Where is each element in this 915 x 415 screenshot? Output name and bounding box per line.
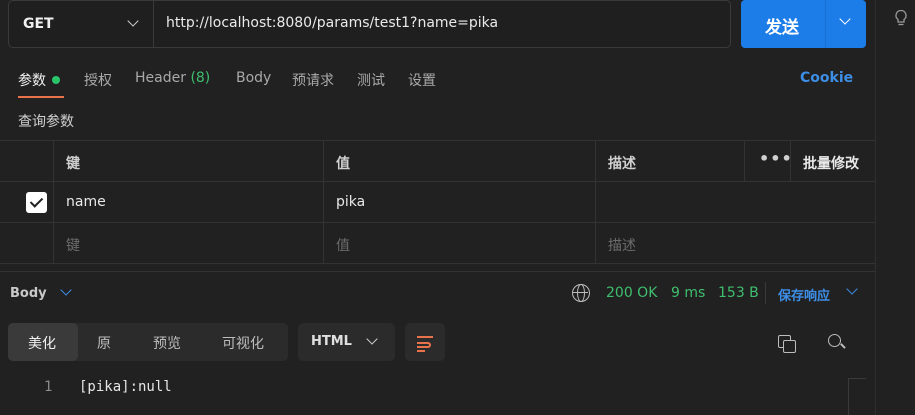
tab-body[interactable]: Body: [236, 70, 271, 86]
chevron-down-icon: [366, 333, 378, 345]
tab-label: Body: [236, 70, 272, 86]
view-tab-label: 美化: [28, 336, 56, 352]
query-params-table: 键 值 描述 ••• 批量修改 name pika 键 值 描述: [0, 140, 875, 264]
table-row-new: 键 值 描述: [0, 223, 875, 264]
view-tab-preview[interactable]: 预览: [133, 323, 203, 361]
lightbulb-icon[interactable]: [893, 9, 909, 31]
right-sidebar-divider: [875, 0, 876, 415]
send-button[interactable]: 发送: [741, 0, 866, 48]
request-url-bar: GET: [8, 0, 731, 48]
response-time: 9 ms: [671, 285, 706, 301]
new-key-input[interactable]: 键: [53, 223, 323, 263]
header-value-label: 值: [336, 156, 350, 172]
view-tab-visualize[interactable]: 可视化: [203, 323, 288, 361]
tab-label: 授权: [84, 73, 112, 89]
format-label: HTML: [311, 334, 352, 349]
send-label: 发送: [765, 18, 799, 38]
active-tab-underline: [18, 96, 64, 98]
tab-label: Header: [135, 70, 186, 86]
tab-settings[interactable]: 设置: [408, 70, 436, 90]
header-key: 键: [53, 141, 323, 181]
bulk-edit-label: 批量修改: [803, 156, 859, 172]
header-description-label: 描述: [608, 156, 636, 172]
param-key-cell[interactable]: name: [53, 182, 323, 222]
new-value-input[interactable]: 值: [323, 223, 595, 263]
params-active-dot-icon: [52, 76, 60, 84]
view-tab-label: 可视化: [222, 336, 264, 352]
chevron-down-icon[interactable]: [846, 283, 858, 295]
format-select[interactable]: HTML: [298, 323, 395, 361]
cookie-link[interactable]: Cookie: [800, 70, 853, 86]
view-tab-pretty[interactable]: 美化: [8, 323, 78, 361]
more-icon: •••: [759, 149, 793, 168]
param-value: pika: [336, 194, 366, 210]
param-description-cell[interactable]: [595, 182, 875, 222]
tab-tests[interactable]: 测试: [357, 70, 385, 90]
status-code: 200 OK: [606, 285, 658, 301]
tab-label: 设置: [408, 73, 436, 89]
tab-params[interactable]: 参数: [18, 70, 60, 90]
header-count-badge: (8): [190, 70, 211, 86]
send-options-chevron-icon[interactable]: [839, 13, 851, 25]
method-select[interactable]: GET: [9, 1, 154, 47]
wrap-icon: [417, 336, 433, 338]
tab-auth[interactable]: 授权: [84, 70, 112, 90]
response-view-tabs: 美化 原 预览 可视化: [8, 323, 288, 361]
new-description-input[interactable]: 描述: [595, 223, 875, 263]
wrap-icon-curve: [417, 342, 431, 348]
minimap-scrollbar[interactable]: [848, 378, 866, 415]
wrap-icon-line: [417, 350, 425, 352]
copy-icon[interactable]: [778, 335, 796, 353]
new-key-placeholder: 键: [66, 238, 80, 254]
chevron-down-icon: [127, 15, 139, 27]
bulk-edit-button[interactable]: 批量修改: [790, 141, 875, 181]
response-size: 153 B: [718, 285, 759, 301]
method-label: GET: [23, 16, 54, 32]
word-wrap-button[interactable]: [405, 323, 445, 361]
table-row: name pika: [0, 182, 875, 223]
new-description-placeholder: 描述: [608, 238, 636, 254]
query-params-title: 查询参数: [18, 114, 74, 130]
view-tab-raw[interactable]: 原: [78, 323, 133, 361]
param-value-cell[interactable]: pika: [323, 182, 595, 222]
response-code-editor[interactable]: 1 [pika]:null: [0, 374, 875, 415]
send-divider: [825, 0, 826, 48]
param-enabled-checkbox[interactable]: [26, 192, 47, 213]
response-body-label[interactable]: Body: [10, 286, 47, 301]
more-options-button[interactable]: •••: [744, 141, 793, 181]
tab-label: 预请求: [292, 73, 334, 89]
search-icon[interactable]: [828, 334, 846, 352]
url-input[interactable]: [166, 15, 726, 31]
response-header: Body 200 OK 9 ms 153 B 保存响应: [0, 272, 875, 314]
new-value-placeholder: 值: [336, 238, 350, 254]
view-tab-label: 原: [97, 336, 111, 352]
table-header-row: 键 值 描述 ••• 批量修改: [0, 141, 875, 182]
header-value: 值: [323, 141, 595, 181]
tab-label: 测试: [357, 73, 385, 89]
header-description: 描述: [595, 141, 744, 181]
tab-header[interactable]: Header (8): [135, 70, 210, 86]
tab-pre-request[interactable]: 预请求: [292, 70, 334, 90]
line-number: 1: [44, 379, 53, 395]
globe-icon[interactable]: [572, 284, 590, 302]
request-tabs: 参数 授权 Header (8) Body 预请求 测试 设置 Cookie: [0, 60, 875, 100]
header-key-label: 键: [66, 156, 80, 172]
view-tab-label: 预览: [153, 336, 181, 352]
param-key: name: [66, 194, 106, 210]
lightbulb-svg: [895, 9, 907, 26]
chevron-down-icon[interactable]: [60, 284, 72, 296]
tab-label: 参数: [18, 73, 46, 89]
save-response-button[interactable]: 保存响应: [778, 285, 830, 304]
code-line: [pika]:null: [79, 379, 172, 395]
divider: [765, 282, 766, 304]
